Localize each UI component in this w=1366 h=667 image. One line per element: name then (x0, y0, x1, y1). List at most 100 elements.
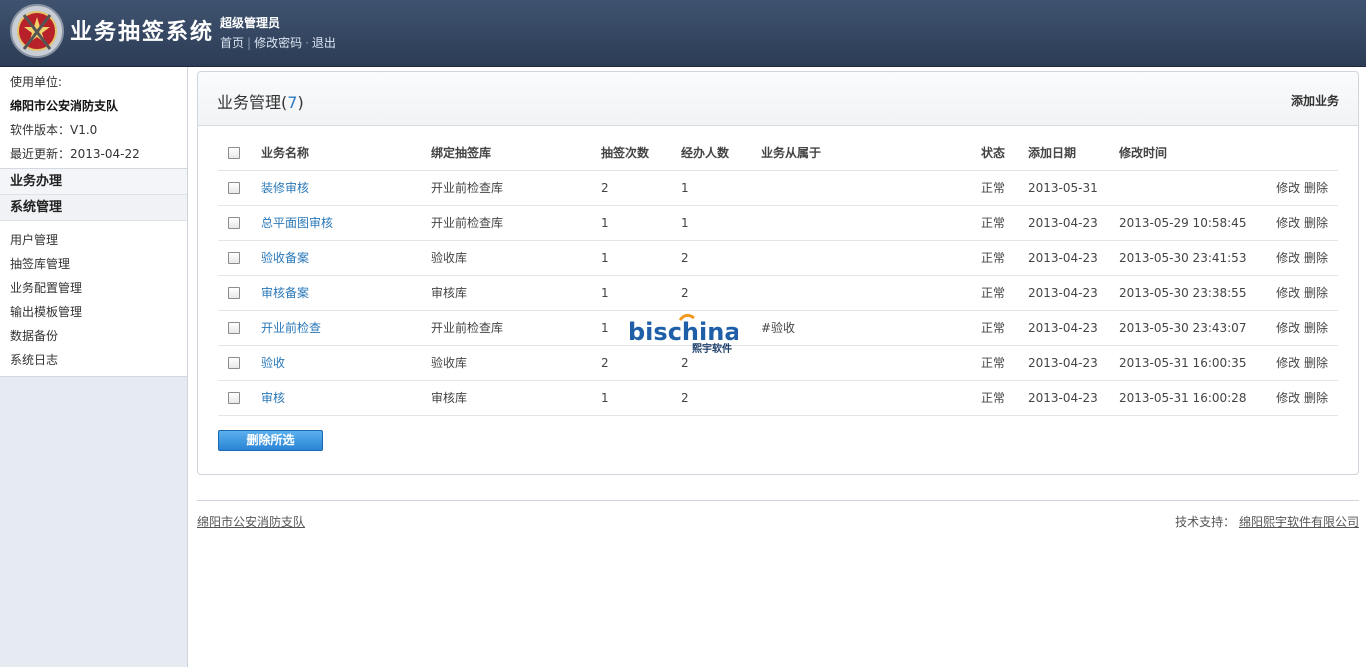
delete-link[interactable]: 删除 (1304, 216, 1328, 230)
sidebar-item-system-log[interactable]: 系统日志 (0, 348, 187, 372)
belongs-to-cell (761, 240, 981, 276)
handler-count-cell: 1 (681, 205, 761, 241)
sidebar-item-output-templates[interactable]: 输出模板管理 (0, 300, 187, 324)
sidebar-item-business-config[interactable]: 业务配置管理 (0, 276, 187, 300)
business-name-cell: 验收备案 (261, 240, 431, 276)
unit-name: 绵阳市公安消防支队 (10, 99, 119, 113)
row-checkbox[interactable] (228, 252, 240, 264)
belongs-to-cell (761, 380, 981, 416)
row-checkbox[interactable] (228, 392, 240, 404)
modified-time-cell: 2013-05-30 23:38:55 (1119, 275, 1269, 311)
status-cell: 正常 (981, 205, 1028, 241)
business-name-cell: 开业前检查 (261, 310, 431, 346)
nav-section-system[interactable]: 系统管理 (0, 195, 187, 221)
software-version: 软件版本：V1.0 (10, 123, 98, 137)
edit-link[interactable]: 修改 (1276, 286, 1300, 300)
delete-selected-button[interactable]: 删除所选 (218, 430, 323, 451)
row-checkbox[interactable] (228, 217, 240, 229)
edit-link[interactable]: 修改 (1276, 216, 1300, 230)
bound-library-cell: 审核库 (431, 275, 601, 311)
business-name-link[interactable]: 审核 (261, 391, 285, 405)
logout-link[interactable]: 退出 (312, 36, 336, 50)
table-row: 验收备案 验收库 1 2 正常 2013-04-23 2013-05-30 23:41:53… (218, 240, 1338, 276)
row-actions: 修改 删除 (1269, 275, 1338, 311)
belongs-to-cell: #验收 (761, 310, 981, 346)
col-status: 状态 (981, 135, 1028, 171)
edit-link[interactable]: 修改 (1276, 181, 1300, 195)
draw-count-cell: 1 (601, 240, 681, 276)
sidebar-item-users[interactable]: 用户管理 (0, 228, 187, 252)
col-handlers: 经办人数 (681, 135, 761, 171)
belongs-to-cell (761, 275, 981, 311)
row-actions: 修改 删除 (1269, 205, 1338, 241)
row-checkbox[interactable] (228, 357, 240, 369)
business-name-link[interactable]: 开业前检查 (261, 321, 321, 335)
delete-link[interactable]: 删除 (1304, 356, 1328, 370)
handler-count-cell: 2 (681, 240, 761, 276)
business-name-link[interactable]: 总平面图审核 (261, 216, 333, 230)
add-business-link[interactable]: 添加业务 (1291, 92, 1339, 109)
delete-link[interactable]: 删除 (1304, 286, 1328, 300)
modified-time-cell: 2013-05-30 23:41:53 (1119, 240, 1269, 276)
bound-library-cell: 开业前检查库 (431, 170, 601, 206)
table-row: 装修审核 开业前检查库 2 1 正常 2013-05-31 修改 删除 (218, 170, 1338, 206)
row-actions: 修改 删除 (1269, 240, 1338, 276)
system-title: 业务抽签系统 (70, 20, 215, 45)
row-actions: 修改 删除 (1269, 310, 1338, 346)
delete-link[interactable]: 删除 (1304, 251, 1328, 265)
bound-library-cell: 审核库 (431, 380, 601, 416)
footer-unit-link[interactable]: 绵阳市公安消防支队 (197, 513, 305, 530)
added-date-cell: 2013-04-23 (1028, 310, 1119, 346)
business-name-link[interactable]: 审核备案 (261, 286, 309, 300)
business-name-link[interactable]: 验收备案 (261, 251, 309, 265)
col-draws: 抽签次数 (601, 135, 681, 171)
status-cell: 正常 (981, 240, 1028, 276)
row-select-cell (218, 205, 261, 241)
handler-count-cell: 2 (681, 380, 761, 416)
row-select-cell (218, 380, 261, 416)
edit-link[interactable]: 修改 (1276, 356, 1300, 370)
user-links: 首页 | 修改密码 · 退出 (220, 34, 336, 51)
nav-section-business[interactable]: 业务办理 (0, 169, 187, 195)
edit-link[interactable]: 修改 (1276, 251, 1300, 265)
row-checkbox[interactable] (228, 182, 240, 194)
select-all-checkbox[interactable] (228, 146, 240, 159)
draw-count-cell: 1 (601, 380, 681, 416)
business-name-link[interactable]: 验收 (261, 356, 285, 370)
support-company-link[interactable]: 绵阳熙宇软件有限公司 (1239, 515, 1359, 529)
sidebar-item-data-backup[interactable]: 数据备份 (0, 324, 187, 348)
footer-divider (197, 500, 1359, 501)
select-all-cell (218, 135, 261, 171)
change-password-link[interactable]: 修改密码 (254, 36, 302, 50)
row-checkbox[interactable] (228, 287, 240, 299)
added-date-cell: 2013-04-23 (1028, 275, 1119, 311)
delete-link[interactable]: 删除 (1304, 181, 1328, 195)
top-header: 业务抽签系统 超级管理员 首页 | 修改密码 · 退出 (0, 0, 1366, 67)
delete-link[interactable]: 删除 (1304, 321, 1328, 335)
col-modified: 修改时间 (1119, 135, 1269, 171)
sidebar-item-draw-library[interactable]: 抽签库管理 (0, 252, 187, 276)
modified-time-cell: 2013-05-29 10:58:45 (1119, 205, 1269, 241)
col-actions (1269, 135, 1338, 171)
row-select-cell (218, 345, 261, 381)
row-select-cell (218, 310, 261, 346)
delete-link[interactable]: 删除 (1304, 391, 1328, 405)
row-actions: 修改 删除 (1269, 380, 1338, 416)
business-name-link[interactable]: 装修审核 (261, 181, 309, 195)
modified-time-cell (1119, 170, 1269, 206)
home-link[interactable]: 首页 (220, 36, 244, 50)
system-nav-list: 用户管理 抽签库管理 业务配置管理 输出模板管理 数据备份 系统日志 (0, 221, 187, 377)
row-checkbox[interactable] (228, 322, 240, 334)
col-belongs: 业务从属于 (761, 135, 981, 171)
edit-link[interactable]: 修改 (1276, 391, 1300, 405)
status-cell: 正常 (981, 310, 1028, 346)
edit-link[interactable]: 修改 (1276, 321, 1300, 335)
link-separator: | (247, 36, 252, 50)
added-date-cell: 2013-05-31 (1028, 170, 1119, 206)
support-label: 技术支持： (1175, 515, 1236, 529)
modified-time-cell: 2013-05-31 16:00:28 (1119, 380, 1269, 416)
page-title: 业务管理(7) (217, 93, 304, 112)
col-added: 添加日期 (1028, 135, 1119, 171)
business-name-cell: 审核 (261, 380, 431, 416)
business-name-cell: 装修审核 (261, 170, 431, 206)
